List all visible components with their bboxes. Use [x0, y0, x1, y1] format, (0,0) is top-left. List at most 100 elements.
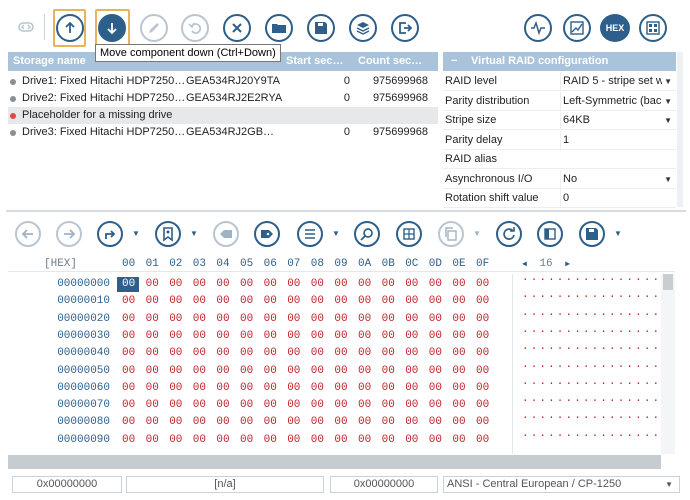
layers-button[interactable]: [349, 14, 377, 42]
hex-byte[interactable]: 00: [334, 399, 347, 411]
hex-byte[interactable]: 00: [358, 330, 371, 342]
scrollbar-thumb[interactable]: [663, 274, 673, 290]
search-button[interactable]: [354, 221, 380, 247]
hex-byte[interactable]: 00: [429, 313, 442, 325]
hex-byte[interactable]: 00: [240, 416, 253, 428]
hex-byte[interactable]: 00: [382, 434, 395, 446]
hex-byte[interactable]: 00: [334, 365, 347, 377]
hex-byte[interactable]: 00: [382, 278, 395, 290]
hex-byte[interactable]: 00: [429, 347, 442, 359]
hex-byte[interactable]: 00: [476, 382, 489, 394]
next-mark-button[interactable]: [254, 221, 280, 247]
dropdown-arrow-icon[interactable]: ▼: [664, 92, 672, 111]
chevron-down-icon[interactable]: ▼: [473, 229, 481, 238]
hex-byte[interactable]: 00: [358, 278, 371, 290]
hex-byte[interactable]: 00: [122, 347, 135, 359]
hex-byte[interactable]: 00: [452, 347, 465, 359]
hex-byte[interactable]: 00: [193, 382, 206, 394]
hex-byte[interactable]: 00: [382, 382, 395, 394]
hex-byte[interactable]: 00: [169, 434, 182, 446]
hex-byte[interactable]: 00: [476, 416, 489, 428]
hex-byte[interactable]: 00: [452, 295, 465, 307]
remove-button[interactable]: [223, 14, 251, 42]
hex-byte[interactable]: 00: [358, 399, 371, 411]
dropdown-arrow-icon[interactable]: ▼: [664, 72, 672, 91]
hex-byte[interactable]: 00: [452, 416, 465, 428]
hex-byte[interactable]: 00: [405, 330, 418, 342]
select-block-button[interactable]: [396, 221, 422, 247]
hex-byte[interactable]: 00: [216, 295, 229, 307]
hex-byte[interactable]: 00: [334, 330, 347, 342]
hex-byte[interactable]: 00: [405, 416, 418, 428]
hex-byte[interactable]: 00: [216, 313, 229, 325]
refresh-button[interactable]: [496, 221, 522, 247]
hex-byte[interactable]: 00: [122, 295, 135, 307]
hex-byte[interactable]: 00: [169, 365, 182, 377]
horizontal-scrollbar[interactable]: [8, 455, 661, 469]
hex-byte[interactable]: 00: [382, 295, 395, 307]
dropdown-arrow-icon[interactable]: ▼: [664, 170, 672, 189]
hex-byte[interactable]: 00: [146, 434, 159, 446]
hex-byte[interactable]: 00: [311, 399, 324, 411]
forward-button[interactable]: [56, 221, 82, 247]
hex-byte[interactable]: 00: [122, 313, 135, 325]
hex-byte[interactable]: 00: [240, 382, 253, 394]
prop-rotation-shift[interactable]: Rotation shift value 0: [443, 189, 676, 208]
hex-byte[interactable]: 00: [287, 330, 300, 342]
hex-byte[interactable]: 00: [358, 365, 371, 377]
columns-button[interactable]: [537, 221, 563, 247]
ascii-row[interactable]: ................: [522, 324, 661, 336]
hex-byte[interactable]: 00: [334, 295, 347, 307]
hex-byte[interactable]: 00: [122, 399, 135, 411]
hex-byte[interactable]: 00: [311, 365, 324, 377]
ascii-row[interactable]: ................: [522, 341, 661, 353]
hex-byte[interactable]: 00: [122, 434, 135, 446]
hex-byte[interactable]: 00: [146, 416, 159, 428]
hex-byte[interactable]: 00: [405, 347, 418, 359]
raid-icon-button[interactable]: [12, 13, 40, 41]
hex-byte[interactable]: 00: [264, 365, 277, 377]
hex-byte[interactable]: 00: [382, 365, 395, 377]
hex-byte[interactable]: 00: [452, 313, 465, 325]
hex-byte[interactable]: 00: [382, 416, 395, 428]
hex-byte[interactable]: 00: [287, 399, 300, 411]
ascii-row[interactable]: ................: [522, 393, 661, 405]
hex-byte[interactable]: 00: [476, 313, 489, 325]
save-button[interactable]: [307, 14, 335, 42]
hex-byte[interactable]: 00: [122, 278, 135, 290]
chevron-down-icon[interactable]: ▼: [190, 229, 198, 238]
hex-byte[interactable]: 00: [382, 347, 395, 359]
edit-button[interactable]: [140, 14, 168, 42]
back-button[interactable]: [15, 221, 41, 247]
hex-byte[interactable]: 00: [476, 434, 489, 446]
hex-byte[interactable]: 00: [405, 382, 418, 394]
hex-byte[interactable]: 00: [287, 365, 300, 377]
hex-byte[interactable]: 00: [311, 382, 324, 394]
hex-byte[interactable]: 00: [193, 313, 206, 325]
ascii-row[interactable]: ................: [522, 307, 661, 319]
prop-raid-alias[interactable]: RAID alias: [443, 150, 676, 169]
export-button[interactable]: [391, 14, 419, 42]
ascii-row[interactable]: ................: [522, 410, 661, 422]
collapse-button[interactable]: −: [451, 52, 457, 71]
chart-button[interactable]: [563, 14, 591, 42]
hex-byte[interactable]: 00: [287, 416, 300, 428]
hex-byte[interactable]: 00: [311, 295, 324, 307]
hex-byte[interactable]: 00: [264, 330, 277, 342]
hex-byte[interactable]: 00: [169, 382, 182, 394]
hex-byte[interactable]: 00: [358, 347, 371, 359]
hex-byte[interactable]: 00: [429, 434, 442, 446]
hex-byte[interactable]: 00: [405, 313, 418, 325]
ascii-row[interactable]: ................: [522, 272, 661, 284]
hex-byte[interactable]: 00: [146, 382, 159, 394]
hex-byte[interactable]: 00: [193, 365, 206, 377]
hex-byte[interactable]: 00: [264, 295, 277, 307]
prop-async-io[interactable]: Asynchronous I/O No ▼: [443, 170, 676, 189]
hex-byte[interactable]: 00: [358, 416, 371, 428]
hex-byte[interactable]: 00: [146, 330, 159, 342]
hex-byte[interactable]: 00: [216, 330, 229, 342]
chevron-down-icon[interactable]: ▼: [332, 229, 340, 238]
hex-byte[interactable]: 00: [240, 347, 253, 359]
waveform-button[interactable]: [524, 14, 552, 42]
hex-byte[interactable]: 00: [311, 278, 324, 290]
